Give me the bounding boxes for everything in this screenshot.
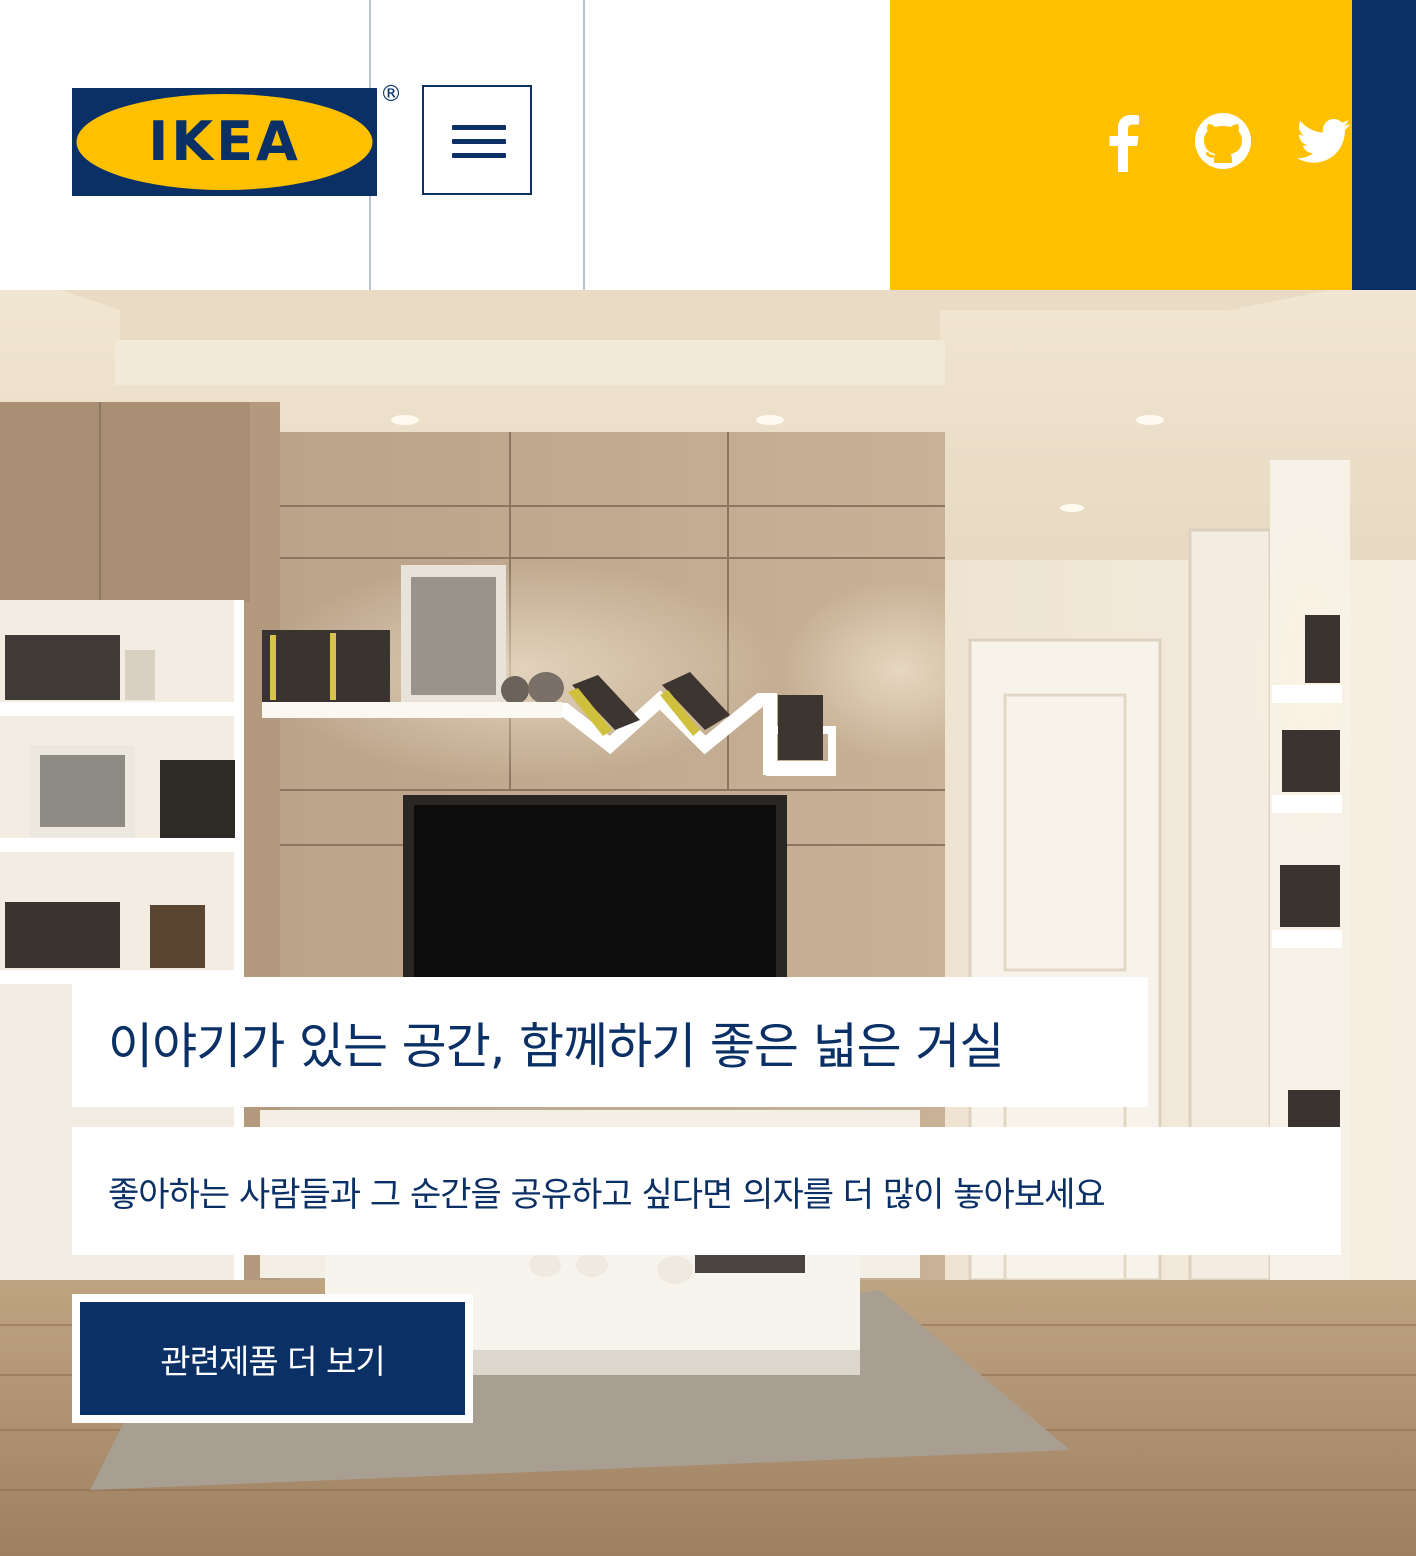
- hamburger-menu-icon: [452, 125, 506, 130]
- facebook-icon[interactable]: [1094, 110, 1154, 172]
- hero-subtitle-box: 좋아하는 사람들과 그 순간을 공유하고 싶다면 의자를 더 많이 놓아보세요: [72, 1127, 1341, 1255]
- header-accent-strip: [1352, 0, 1416, 290]
- site-header: IKEA ®: [0, 0, 1416, 290]
- hamburger-line: [452, 153, 506, 158]
- hero-title: 이야기가 있는 공간, 함께하기 좋은 넓은 거실: [108, 1017, 1004, 1075]
- cta-frame: 관련제품 더 보기: [72, 1294, 473, 1423]
- hero-title-box: 이야기가 있는 공간, 함께하기 좋은 넓은 거실: [72, 977, 1148, 1107]
- hero-section: 이야기가 있는 공간, 함께하기 좋은 넓은 거실 좋아하는 사람들과 그 순간…: [0, 290, 1416, 1556]
- menu-button[interactable]: [422, 85, 532, 195]
- header-divider: [583, 0, 585, 290]
- hamburger-line: [452, 139, 506, 144]
- view-related-products-button[interactable]: 관련제품 더 보기: [80, 1302, 465, 1415]
- twitter-icon[interactable]: [1294, 110, 1352, 172]
- ikea-logo[interactable]: IKEA: [72, 88, 377, 196]
- hero-subtitle: 좋아하는 사람들과 그 순간을 공유하고 싶다면 의자를 더 많이 놓아보세요: [108, 1174, 1106, 1215]
- logo-text: IKEA: [148, 110, 301, 173]
- github-icon[interactable]: [1193, 110, 1253, 172]
- registered-mark: ®: [380, 82, 402, 107]
- ikea-logo-icon: IKEA: [72, 88, 377, 196]
